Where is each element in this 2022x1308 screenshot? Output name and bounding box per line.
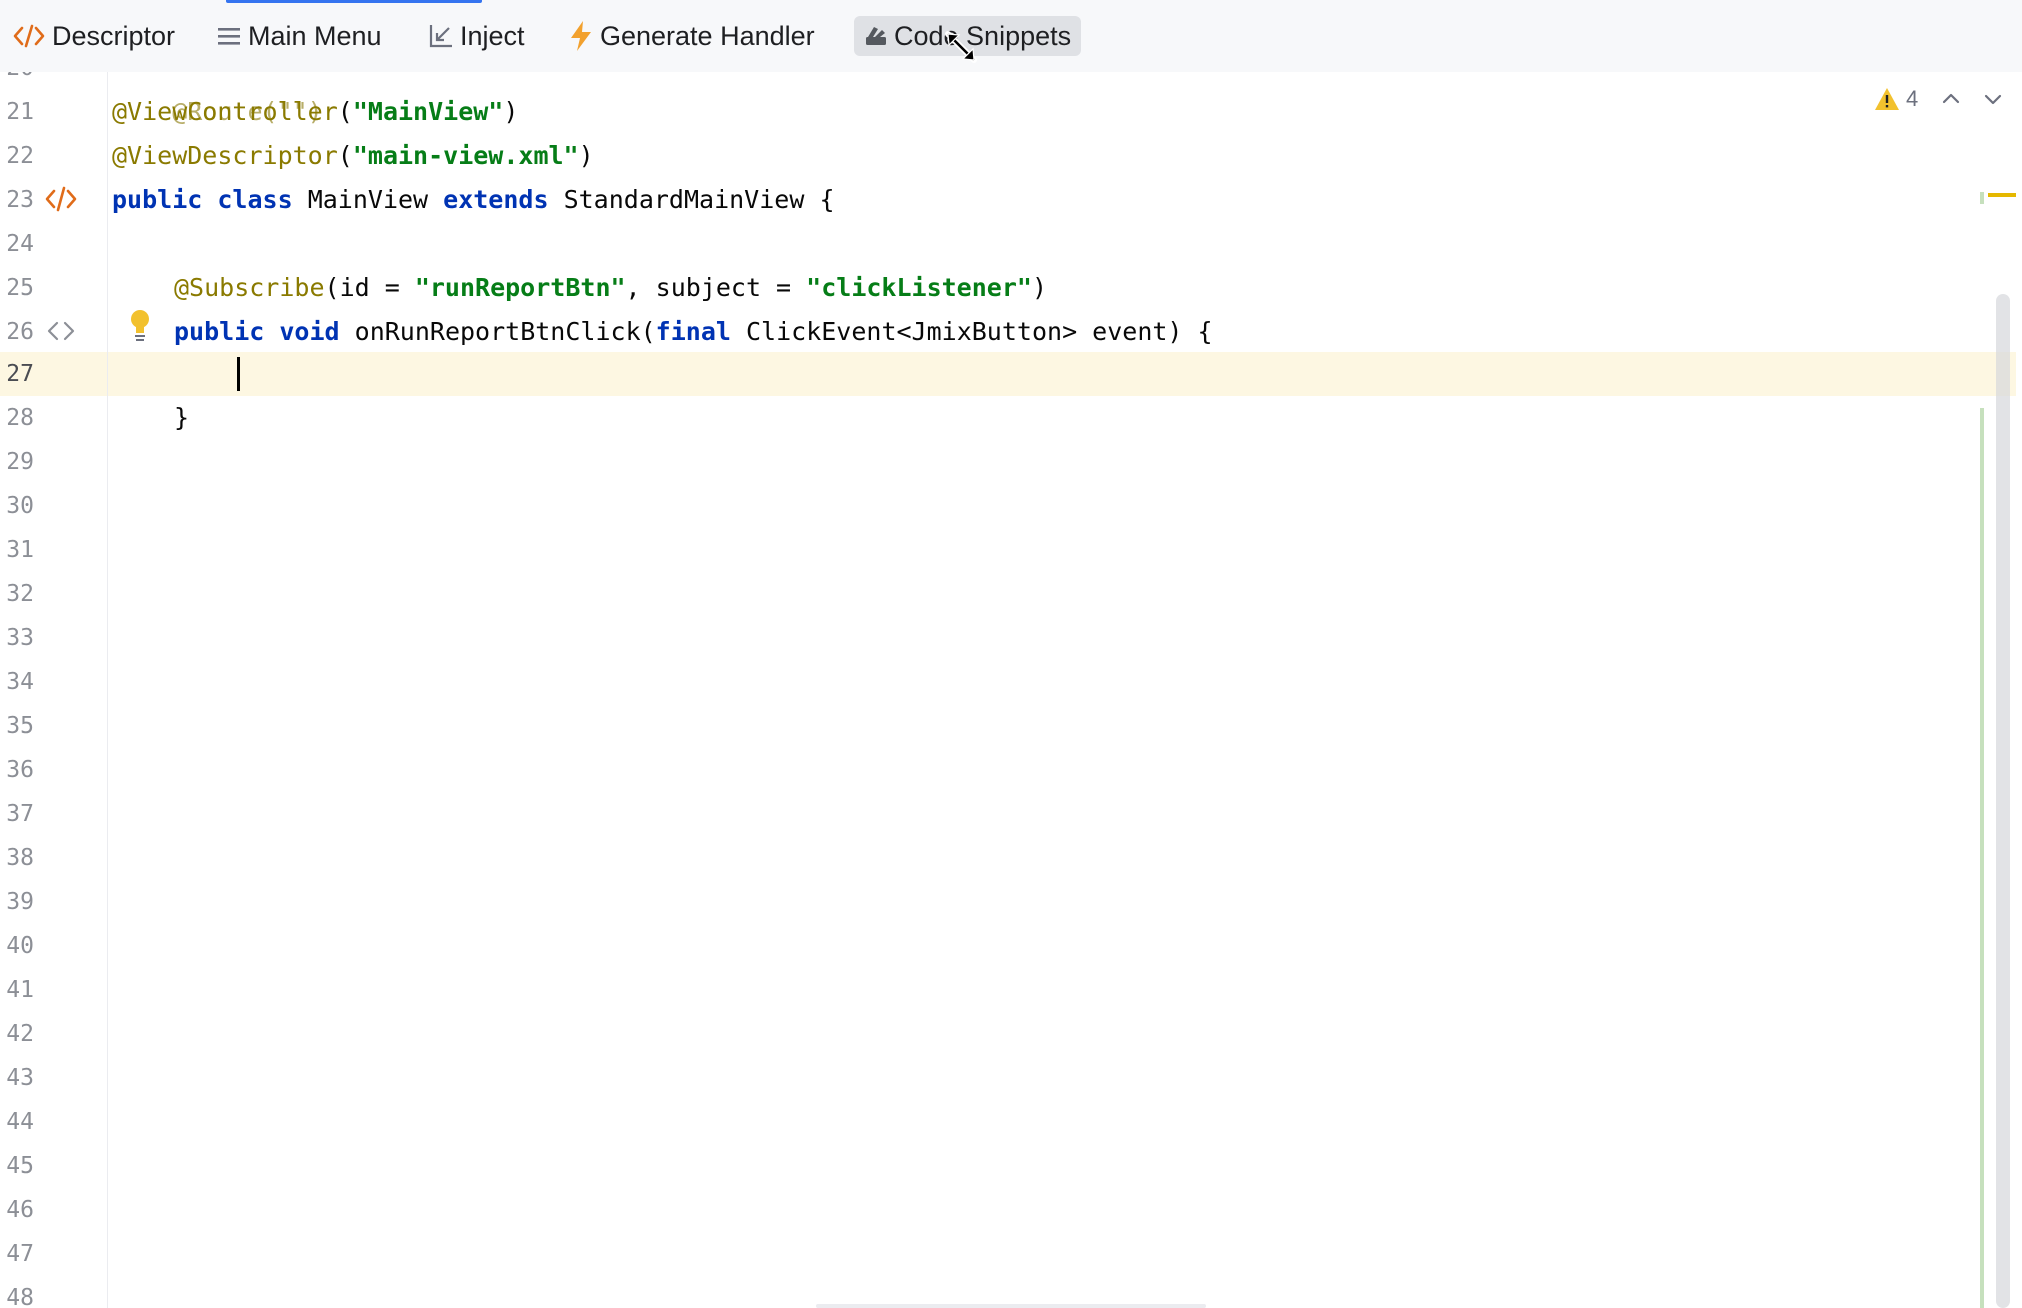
code-line-25: @Subscribe(id = "runReportBtn", subject …	[174, 266, 1047, 310]
closing-brace: }	[174, 403, 190, 432]
code-line-23: public class MainView extends StandardMa…	[112, 178, 835, 222]
line-number: 44	[6, 1109, 34, 1135]
code-text: ClickEvent<JmixButton> event) {	[730, 317, 1213, 346]
line-number: 47	[6, 1241, 34, 1267]
code-line-26: public void onRunReportBtnClick(final Cl…	[174, 310, 1213, 354]
string-literal: "clickListener"	[806, 273, 1032, 302]
inject-label: Inject	[460, 20, 525, 51]
code-line-22: @ViewDescriptor("main-view.xml")	[112, 134, 594, 178]
keyword: final	[655, 317, 731, 346]
annotation: @ViewDescriptor	[112, 141, 338, 170]
warning-stripe-marker[interactable]	[1988, 193, 2016, 197]
keyword: public	[174, 317, 265, 346]
string-literal: "runReportBtn"	[414, 273, 626, 302]
method-signature: onRunReportBtnClick(	[339, 317, 656, 346]
designer-toolbar: Descriptor Main Menu Inject Generate Han…	[0, 0, 2022, 73]
line-number: 34	[6, 669, 34, 695]
previous-highlight-icon[interactable]	[1936, 84, 1966, 114]
vcs-change-marker	[1980, 408, 1984, 1308]
xml-descriptor-gutter-icon[interactable]	[44, 184, 78, 214]
line-number: 24	[6, 231, 34, 257]
inject-arrow-icon	[428, 23, 454, 49]
snippets-icon	[864, 24, 888, 48]
current-line-highlight	[0, 352, 2016, 396]
warning-icon	[1875, 88, 1899, 110]
code-text: StandardMainView {	[548, 185, 835, 214]
xml-tag-icon	[12, 22, 46, 50]
string-literal: "main-view.xml"	[352, 141, 579, 170]
line-number: 27	[6, 361, 34, 387]
annotation: @ViewController	[112, 97, 338, 126]
line-number: 48	[6, 1285, 34, 1308]
inspections-widget[interactable]: 4	[1874, 82, 1918, 116]
line-number: 33	[6, 625, 34, 651]
class-name: MainView	[292, 185, 444, 214]
line-number: 43	[6, 1065, 34, 1091]
vcs-change-marker	[1980, 192, 1984, 204]
generate-handler-label: Generate Handler	[600, 20, 815, 51]
code-line-28: }	[174, 396, 189, 440]
keyword: extends	[443, 185, 549, 214]
active-tab-indicator	[226, 0, 482, 3]
inject-button[interactable]: Inject	[428, 16, 525, 56]
line-number: 38	[6, 845, 34, 871]
code-text: (	[337, 141, 353, 170]
lightning-icon	[568, 20, 594, 52]
code-text: )	[1031, 273, 1048, 302]
code-line-21: @ViewController("MainView")	[112, 90, 518, 134]
keyword: public	[112, 185, 203, 214]
code-snippets-label: Code Snippets	[894, 20, 1072, 51]
next-highlight-icon[interactable]	[1978, 84, 2008, 114]
descriptor-label: Descriptor	[52, 20, 176, 51]
keyword: void	[279, 317, 340, 346]
code-text: , subject =	[625, 273, 807, 302]
horizontal-scrollbar[interactable]	[816, 1304, 1206, 1308]
lightbulb-icon[interactable]	[128, 308, 152, 342]
line-number: 26	[6, 319, 34, 345]
line-number: 30	[6, 493, 34, 519]
line-number: 41	[6, 977, 34, 1003]
code-text: (	[337, 97, 353, 126]
line-number: 37	[6, 801, 34, 827]
text-caret	[237, 357, 240, 391]
line-number: 42	[6, 1021, 34, 1047]
code-text: )	[503, 97, 519, 126]
line-number: 31	[6, 537, 34, 563]
line-number: 20	[0, 72, 34, 90]
line-number: 23	[6, 187, 34, 213]
resize-cursor-icon	[945, 31, 977, 63]
line-number: 45	[6, 1153, 34, 1179]
main-menu-label: Main Menu	[248, 20, 382, 51]
line-number: 35	[6, 713, 34, 739]
code-text: )	[578, 141, 594, 170]
main-menu-button[interactable]: Main Menu	[216, 16, 382, 56]
descriptor-button[interactable]: Descriptor	[12, 16, 175, 56]
line-number: 22	[6, 143, 34, 169]
line-number: 32	[6, 581, 34, 607]
string-literal: "MainView"	[352, 97, 504, 126]
gutter-separator	[107, 72, 108, 1308]
line-number: 25	[6, 275, 34, 301]
keyword: class	[217, 185, 293, 214]
line-number: 29	[6, 449, 34, 475]
generate-handler-button[interactable]: Generate Handler	[568, 16, 815, 56]
navigate-to-component-icon[interactable]	[46, 318, 76, 344]
code-editor[interactable]: 20 21 22 23 24 25 26 27 28 29 30 31 32 3…	[0, 72, 2022, 1308]
warning-count: 4	[1906, 86, 1919, 111]
line-number: 46	[6, 1197, 34, 1223]
menu-icon	[216, 24, 242, 48]
code-text: (id =	[324, 273, 415, 302]
code-line-20: @Route("")	[112, 72, 323, 126]
annotation: @Subscribe	[174, 273, 325, 302]
line-number: 39	[6, 889, 34, 915]
line-number: 21	[6, 99, 34, 125]
line-number: 40	[6, 933, 34, 959]
line-number: 28	[6, 405, 34, 431]
vertical-scrollbar[interactable]	[1996, 294, 2010, 1308]
line-number: 36	[6, 757, 34, 783]
